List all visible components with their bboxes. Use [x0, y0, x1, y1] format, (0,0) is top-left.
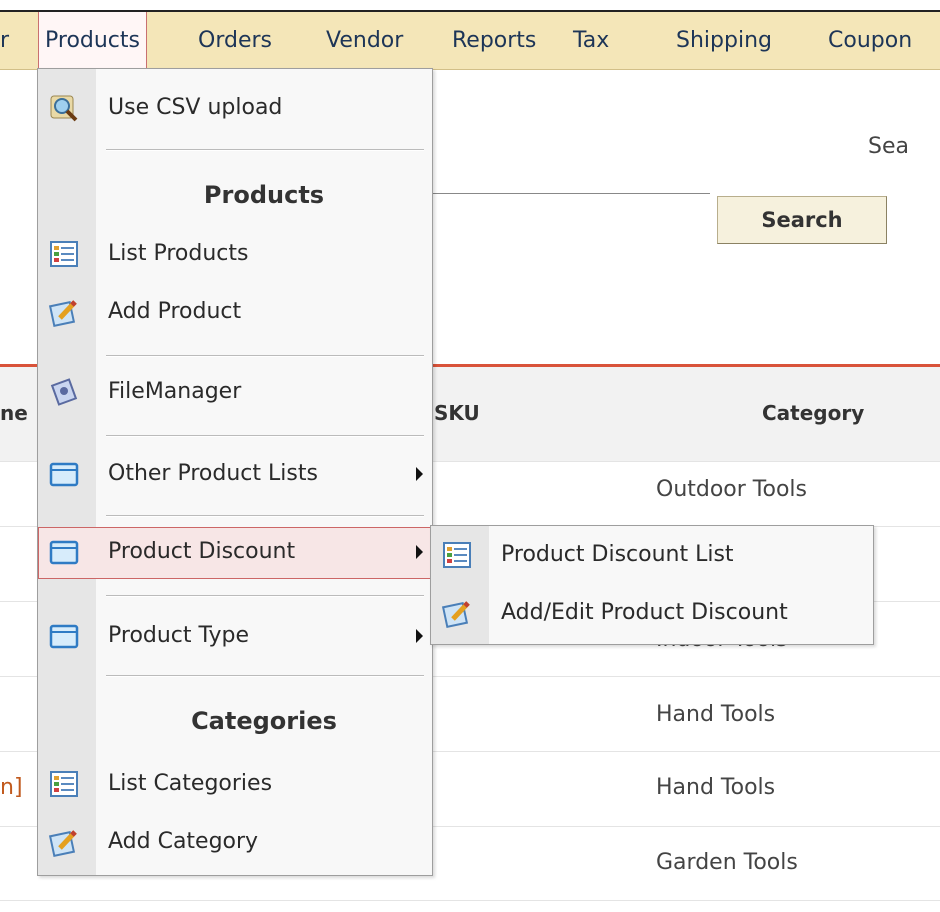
list-icon [50, 241, 78, 267]
edit-document-icon [48, 830, 77, 858]
menu-item-list-products[interactable]: List Products [38, 229, 432, 281]
top-menubar: r Products Orders Vendor Reports Tax Shi… [0, 10, 940, 70]
search-input[interactable] [420, 193, 710, 194]
menu-item-csv-upload[interactable]: Use CSV upload [38, 83, 432, 135]
submenu-arrow-icon [416, 629, 423, 643]
list-icon [50, 771, 78, 797]
table-cell-category: Hand Tools [656, 702, 776, 727]
products-dropdown-menu: Use CSV upload Products List Products Ad… [37, 68, 433, 876]
menu-item-label: List Products [108, 241, 249, 266]
menu-item-product-discount[interactable]: Product Discount [38, 527, 432, 579]
menu-item-label: Add Category [108, 829, 259, 854]
submenu-item-discount-list[interactable]: Product Discount List [431, 530, 873, 582]
submenu-arrow-icon [416, 467, 423, 481]
menu-item-label: Product Discount List [501, 542, 734, 567]
menu-item-shipping[interactable]: Shipping [676, 12, 772, 70]
list-icon [443, 542, 471, 568]
folder-icon [49, 462, 79, 487]
file-manager-icon [50, 378, 78, 406]
menu-item-label: Product Discount [108, 539, 296, 564]
menu-separator [106, 515, 424, 517]
menu-separator [106, 595, 424, 597]
menu-section-header-products: Products [203, 181, 325, 209]
menu-section-header-categories: Categories [191, 707, 337, 735]
edit-document-icon [48, 300, 77, 328]
menu-item-reports[interactable]: Reports [452, 12, 536, 70]
column-header-category[interactable]: Category [762, 401, 864, 425]
edit-document-icon [441, 601, 470, 629]
menu-item-list-categories[interactable]: List Categories [38, 759, 432, 811]
menu-item-other-product-lists[interactable]: Other Product Lists [38, 449, 432, 501]
menu-item-label: FileManager [108, 379, 242, 404]
menu-item-label: Product Type [108, 623, 250, 648]
search-button[interactable]: Search [717, 196, 887, 244]
menu-item-add-product[interactable]: Add Product [38, 287, 432, 339]
menu-item-add-category[interactable]: Add Category [38, 817, 432, 869]
column-header-sku[interactable]: SKU [434, 401, 480, 425]
menu-separator [106, 149, 424, 151]
menu-item-label: Add Product [108, 299, 242, 324]
column-header-name[interactable]: ne [0, 401, 28, 425]
table-cell-category: Garden Tools [656, 850, 798, 875]
table-cell-name-link[interactable]: n] [0, 775, 23, 800]
menu-item-partial[interactable]: r [0, 12, 9, 70]
submenu-item-add-edit-discount[interactable]: Add/Edit Product Discount [431, 588, 873, 640]
menu-item-tax[interactable]: Tax [573, 12, 609, 70]
folder-icon [49, 540, 79, 565]
search-label: Sea [868, 134, 909, 159]
menu-item-label: Use CSV upload [108, 95, 283, 120]
menu-item-file-manager[interactable]: FileManager [38, 367, 432, 419]
menu-separator [106, 355, 424, 357]
row-divider [0, 900, 940, 901]
menu-item-product-type[interactable]: Product Type [38, 611, 432, 663]
submenu-arrow-icon [416, 545, 423, 559]
menu-separator [106, 675, 424, 677]
magnifier-icon [50, 95, 78, 122]
menu-item-orders[interactable]: Orders [198, 12, 272, 70]
table-cell-category: Outdoor Tools [656, 477, 808, 502]
menu-item-label: Other Product Lists [108, 461, 318, 486]
folder-icon [49, 624, 79, 649]
menu-separator [106, 435, 424, 437]
menu-item-label: List Categories [108, 771, 273, 796]
product-discount-submenu: Product Discount List Add/Edit Product D… [430, 525, 874, 645]
menu-item-products[interactable]: Products [38, 12, 147, 70]
menu-item-vendor[interactable]: Vendor [326, 12, 403, 70]
menu-item-coupon[interactable]: Coupon [828, 12, 912, 70]
table-cell-category: Hand Tools [656, 775, 776, 800]
menu-item-label: Add/Edit Product Discount [501, 600, 788, 625]
